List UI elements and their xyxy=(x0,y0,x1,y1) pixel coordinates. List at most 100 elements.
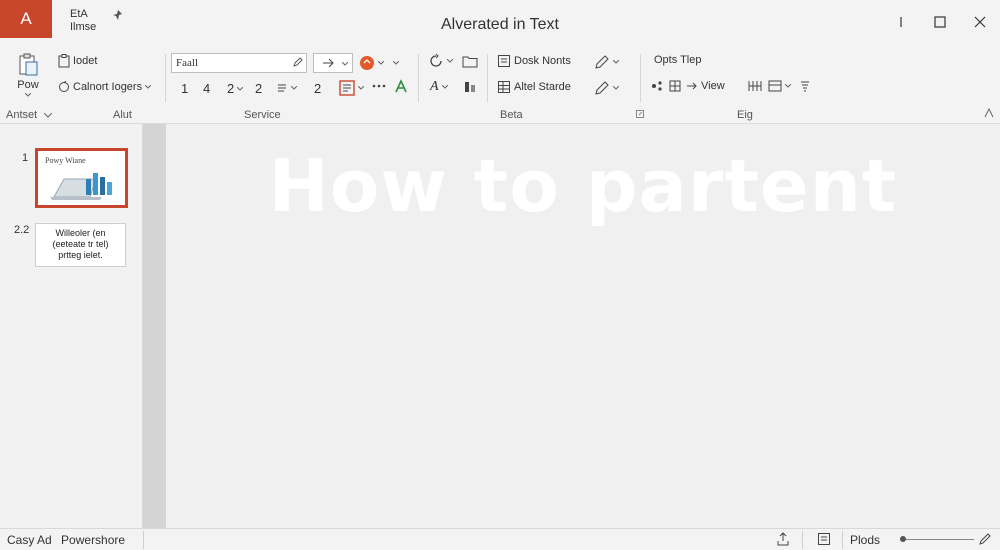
chevron-down-icon xyxy=(342,62,348,66)
file-menu[interactable]: EtA Ilmse xyxy=(70,8,96,34)
chevron-down-icon xyxy=(613,60,619,64)
paste-icon xyxy=(19,53,38,76)
chevron-down-icon xyxy=(613,86,619,90)
slide-thumbnail-2-line3: prtteg ielet. xyxy=(58,250,103,260)
pen-icon xyxy=(595,55,609,69)
chevron-down-icon xyxy=(291,86,297,90)
grid-icon xyxy=(669,80,681,92)
arrow-icon xyxy=(687,82,697,90)
minimize-button[interactable] xyxy=(889,12,913,32)
color-circle-icon xyxy=(360,56,374,70)
pen-icon xyxy=(595,81,609,95)
chevron-down-icon xyxy=(145,85,152,89)
grid-icon xyxy=(768,80,782,92)
dusk-nonts-button[interactable]: Dosk Nonts xyxy=(497,54,571,68)
collapse-ribbon-icon[interactable] xyxy=(984,108,994,118)
slide-thumbnails-pane: 1 Powy Wiane 2.2 Willeoler (en (eeteate … xyxy=(0,124,143,528)
share-icon[interactable] xyxy=(776,532,790,546)
chevron-down-icon xyxy=(43,112,53,118)
ribbon: Pow Iodet Calnort Iogers Faall 1 4 2 2 2 xyxy=(0,46,1000,124)
maximize-button[interactable] xyxy=(928,12,952,32)
text-style-button[interactable]: A xyxy=(430,79,448,95)
opts-tlep-label: Opts Tlep xyxy=(654,54,702,66)
font-size-1[interactable]: 1 xyxy=(181,81,188,96)
chevron-down-icon xyxy=(25,93,31,97)
arrow-icon xyxy=(323,58,334,68)
dialog-launcher-icon[interactable] xyxy=(636,110,644,118)
minimize-icon xyxy=(900,17,902,27)
close-button[interactable] xyxy=(968,12,992,32)
slide-title[interactable]: How to partent xyxy=(166,144,1000,228)
font-size-2[interactable]: 4 xyxy=(203,81,210,96)
font-size-5[interactable]: 2 xyxy=(314,81,321,96)
group-label-beta: Beta xyxy=(500,109,523,121)
zoom-label: Plods xyxy=(850,533,881,547)
grid-button[interactable] xyxy=(669,80,681,92)
title-bar: A EtA Ilmse Alverated in Text xyxy=(0,0,1000,46)
text-box-button[interactable] xyxy=(339,80,364,96)
font-color-icon xyxy=(395,79,407,93)
pen-button[interactable] xyxy=(594,54,619,70)
font-size-5-label: 2 xyxy=(314,81,322,96)
group-label-alut: Alut xyxy=(113,109,132,121)
ellipsis-icon xyxy=(372,84,386,88)
opts-tlep-button[interactable]: Opts Tlep xyxy=(654,54,702,66)
share-icon xyxy=(652,81,662,91)
share-button[interactable] xyxy=(651,80,663,92)
font-size-select[interactable] xyxy=(313,53,353,73)
font-size-3[interactable]: 2 xyxy=(227,81,244,96)
group-label-antset: Antset xyxy=(6,109,53,121)
clipboard-icon xyxy=(58,54,70,68)
document-icon xyxy=(498,55,510,67)
align-button[interactable] xyxy=(463,80,477,94)
slide-number-2: 2.2 xyxy=(14,224,30,236)
slide-thumbnail-1[interactable]: Powy Wiane xyxy=(35,148,128,208)
more-button[interactable] xyxy=(372,82,386,90)
insert-button[interactable]: Iodet xyxy=(58,54,97,68)
highlight-icon xyxy=(465,82,475,92)
artel-starde-button[interactable]: Altel Starde xyxy=(497,80,571,94)
chevron-down-icon xyxy=(393,61,399,65)
zoom-slider-thumb[interactable] xyxy=(900,536,906,542)
slide-number-1: 1 xyxy=(22,152,29,164)
chevron-down-icon xyxy=(447,59,453,63)
pen-style-button[interactable] xyxy=(594,80,619,96)
pencil-icon xyxy=(293,57,303,67)
list-icon xyxy=(278,84,286,92)
font-size-4[interactable]: 2 xyxy=(255,81,262,96)
slide-thumbnail-1-title: Powy Wiane xyxy=(45,156,86,165)
list-icon xyxy=(801,81,809,92)
chevron-down-icon xyxy=(785,84,791,88)
font-name-input[interactable]: Faall xyxy=(171,53,307,73)
dusk-nonts-label: Dosk Nonts xyxy=(514,55,571,67)
columns-button[interactable] xyxy=(748,80,762,92)
view-label: View xyxy=(701,80,725,92)
slide-canvas[interactable]: How to partent xyxy=(166,124,1000,528)
app-menu-button[interactable]: A xyxy=(0,0,52,38)
zoom-slider[interactable] xyxy=(902,539,974,540)
antset-text: Antset xyxy=(6,109,38,121)
layout-button[interactable]: Calnort Iogers xyxy=(58,81,152,93)
sort-button[interactable] xyxy=(800,80,810,92)
font-size-3-label: 2 xyxy=(227,81,235,96)
zoom-icon[interactable] xyxy=(978,532,992,546)
chevron-down-icon xyxy=(237,86,244,91)
view-button[interactable]: View xyxy=(686,80,725,92)
font-color-button[interactable] xyxy=(393,79,409,95)
status-text-2: Powershore xyxy=(61,533,126,547)
status-text: Casy Ad Powershore xyxy=(7,533,125,547)
folder-icon xyxy=(462,56,478,68)
color-picker-button[interactable] xyxy=(359,55,399,71)
refresh-icon xyxy=(59,81,69,92)
refresh-button[interactable] xyxy=(428,53,453,69)
pin-icon[interactable] xyxy=(112,9,124,21)
laptop-chart-image xyxy=(50,173,112,200)
spacing-button[interactable] xyxy=(276,82,297,94)
layout-options-button[interactable] xyxy=(768,80,791,92)
paste-button[interactable]: Pow xyxy=(17,53,39,97)
folder-button[interactable] xyxy=(462,54,478,68)
maximize-icon xyxy=(934,16,946,28)
notes-icon[interactable] xyxy=(817,532,831,546)
font-size-4-label: 2 xyxy=(255,81,263,96)
slide-thumbnail-2[interactable]: Willeoler (en (eeteate tr tel) prtteg ie… xyxy=(35,223,126,267)
